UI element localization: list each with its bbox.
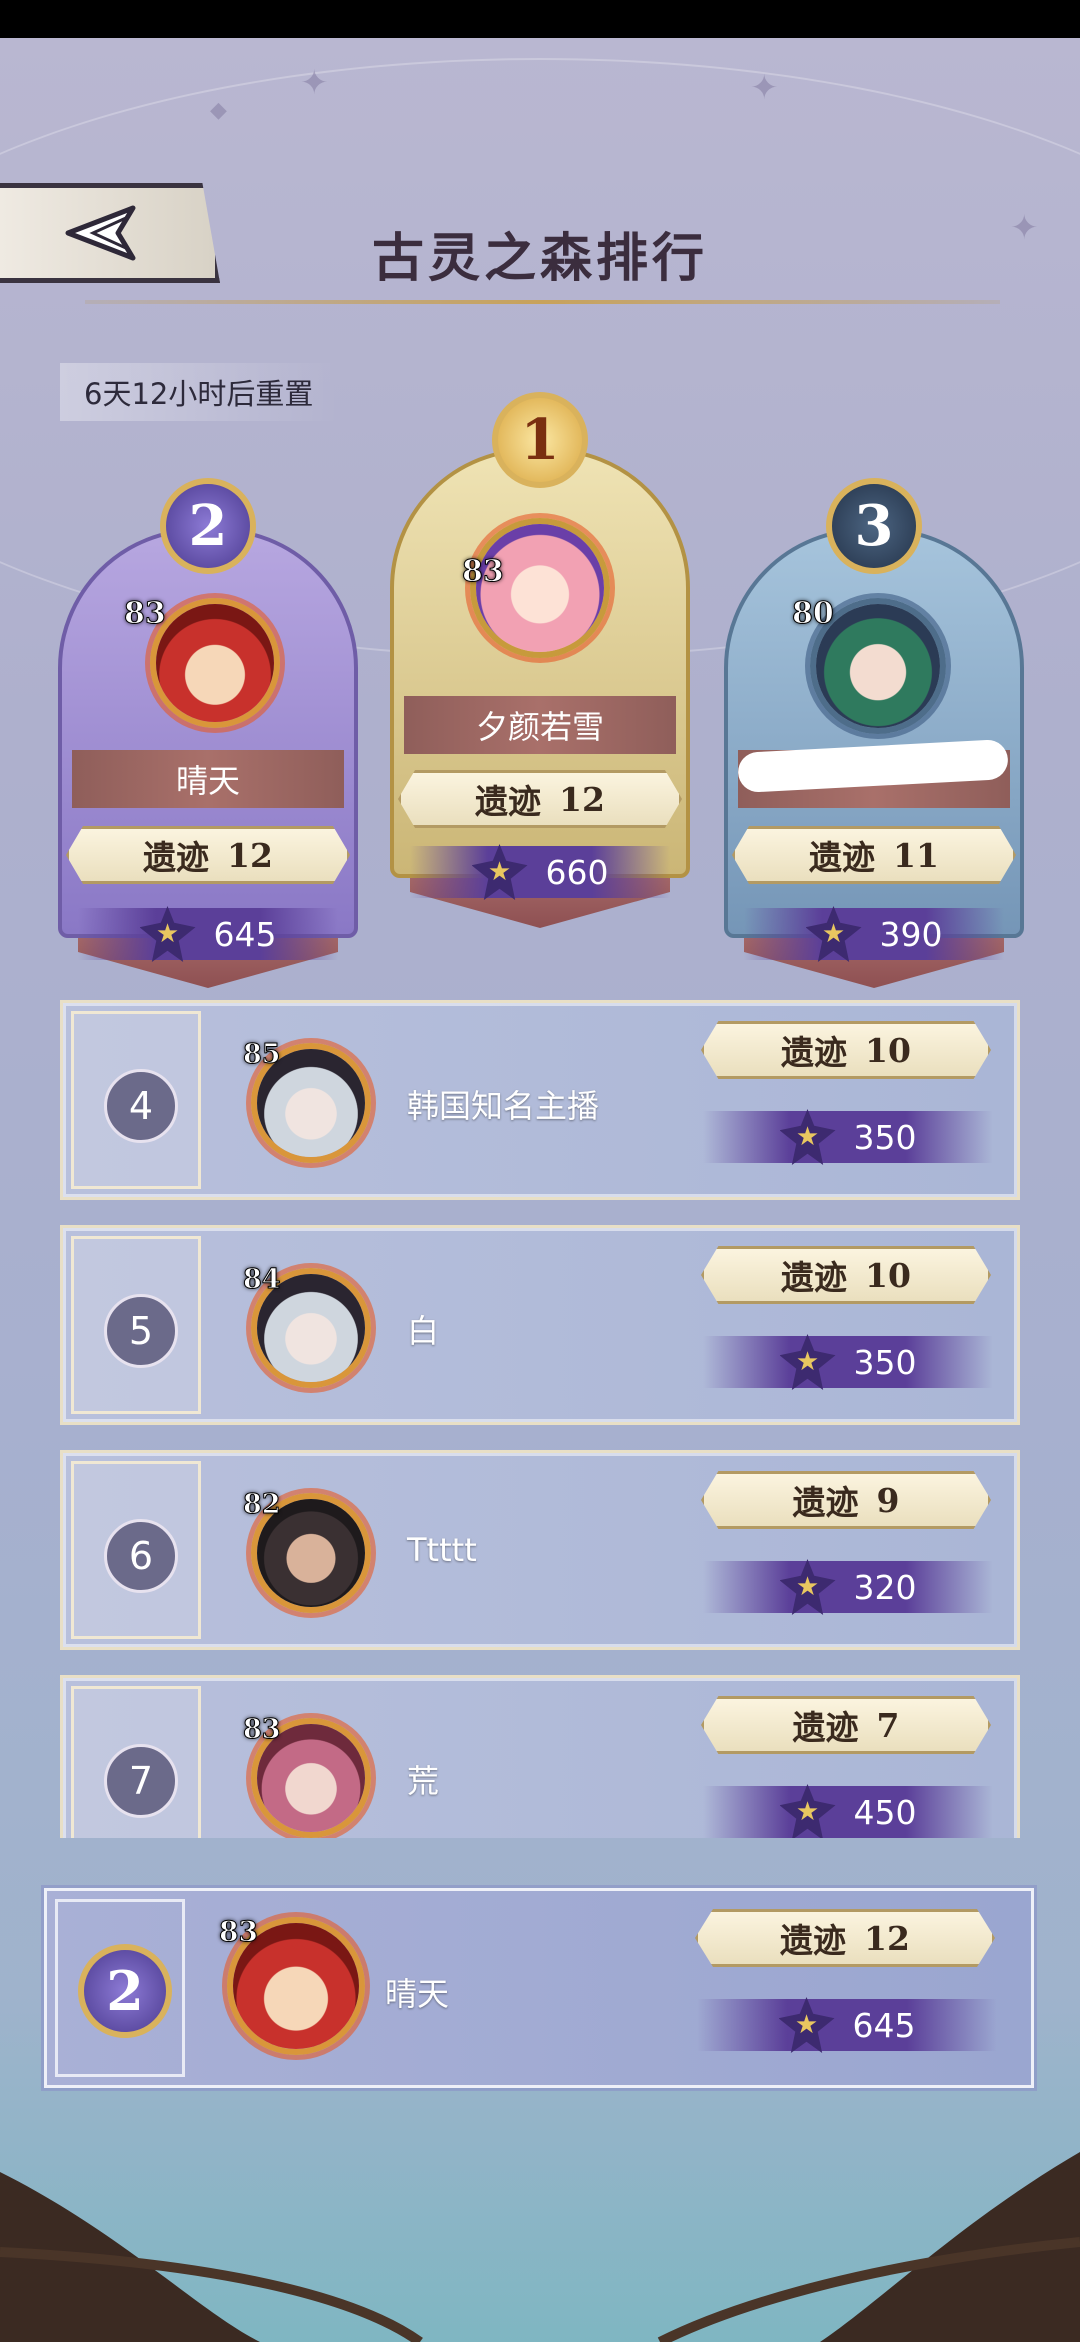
my-rank-row[interactable]: 2 83 晴天 遗迹 12 ★ 645 xyxy=(44,1888,1034,2088)
star-gem-icon: ★ xyxy=(779,1559,836,1615)
relic-count: 9 xyxy=(876,1480,900,1520)
relic-count-badge: 遗迹 9 xyxy=(701,1471,991,1529)
score-bar: ★ 320 xyxy=(703,1559,993,1615)
player-name: 荒 xyxy=(407,1762,440,1800)
player-name: 晴天 xyxy=(385,1975,450,2013)
score-bar: ★ 450 xyxy=(703,1784,993,1838)
star-gem-icon: ★ xyxy=(779,1109,836,1165)
leaderboard-screen: ✦ ✦ ✦ ◆ 古灵之森排行 6天12小时后重置 2 83 晴天 遗迹 12 ★… xyxy=(0,38,1080,2342)
decorative-roots xyxy=(0,2152,1080,2342)
rank-number: 4 xyxy=(104,1069,178,1143)
relic-label: 遗迹 xyxy=(781,1033,848,1072)
score-value: 320 xyxy=(853,1567,917,1607)
score-value: 350 xyxy=(853,1117,917,1157)
player-name: Ttttt xyxy=(407,1531,477,1569)
score-bar: ★ 350 xyxy=(703,1109,993,1165)
relic-count: 7 xyxy=(876,1705,900,1745)
score-value: 350 xyxy=(853,1342,917,1382)
relic-label: 遗迹 xyxy=(792,1483,859,1522)
player-level: 83 xyxy=(219,1915,259,1949)
player-level: 83 xyxy=(243,1714,282,1746)
rank-number: 6 xyxy=(104,1519,178,1593)
status-bar xyxy=(0,0,1080,38)
player-level: 85 xyxy=(243,1039,282,1071)
ranking-list[interactable]: 4 85 韩国知名主播 遗迹 10 ★ 350 5 84 白 遗迹 10 ★ 3… xyxy=(0,38,1080,1838)
star-gem-icon: ★ xyxy=(779,1334,836,1390)
score-value: 450 xyxy=(853,1792,917,1832)
rank-box: 6 xyxy=(71,1461,201,1639)
relic-count-badge: 遗迹 10 xyxy=(701,1246,991,1304)
list-item[interactable]: 6 82 Ttttt 遗迹 9 ★ 320 xyxy=(60,1450,1020,1650)
rank-box: 2 xyxy=(55,1899,185,2077)
relic-label: 遗迹 xyxy=(780,1921,847,1960)
rank-box: 7 xyxy=(71,1686,201,1838)
relic-count-badge: 遗迹 10 xyxy=(701,1021,991,1079)
score-bar: ★ 645 xyxy=(697,1997,997,2053)
score-bar: ★ 350 xyxy=(703,1334,993,1390)
player-level: 82 xyxy=(243,1489,282,1521)
score-value: 645 xyxy=(852,2005,916,2045)
relic-label: 遗迹 xyxy=(792,1708,859,1747)
rank-number: 5 xyxy=(104,1294,178,1368)
list-item[interactable]: 4 85 韩国知名主播 遗迹 10 ★ 350 xyxy=(60,1000,1020,1200)
rank-box: 5 xyxy=(71,1236,201,1414)
relic-count-badge: 遗迹 12 xyxy=(695,1909,995,1967)
star-gem-icon: ★ xyxy=(779,1784,836,1838)
list-item[interactable]: 7 83 荒 遗迹 7 ★ 450 xyxy=(60,1675,1020,1838)
relic-label: 遗迹 xyxy=(781,1258,848,1297)
relic-count: 10 xyxy=(865,1030,911,1070)
player-level: 84 xyxy=(243,1264,282,1296)
rank-number: 7 xyxy=(104,1744,178,1818)
relic-count: 12 xyxy=(864,1918,910,1958)
list-item[interactable]: 5 84 白 遗迹 10 ★ 350 xyxy=(60,1225,1020,1425)
star-gem-icon: ★ xyxy=(778,1997,835,2053)
relic-count: 10 xyxy=(865,1255,911,1295)
player-name: 韩国知名主播 xyxy=(407,1087,600,1125)
rank-box: 4 xyxy=(71,1011,201,1189)
rank-medal: 2 xyxy=(78,1944,172,2038)
relic-count-badge: 遗迹 7 xyxy=(701,1696,991,1754)
player-name: 白 xyxy=(407,1312,440,1350)
